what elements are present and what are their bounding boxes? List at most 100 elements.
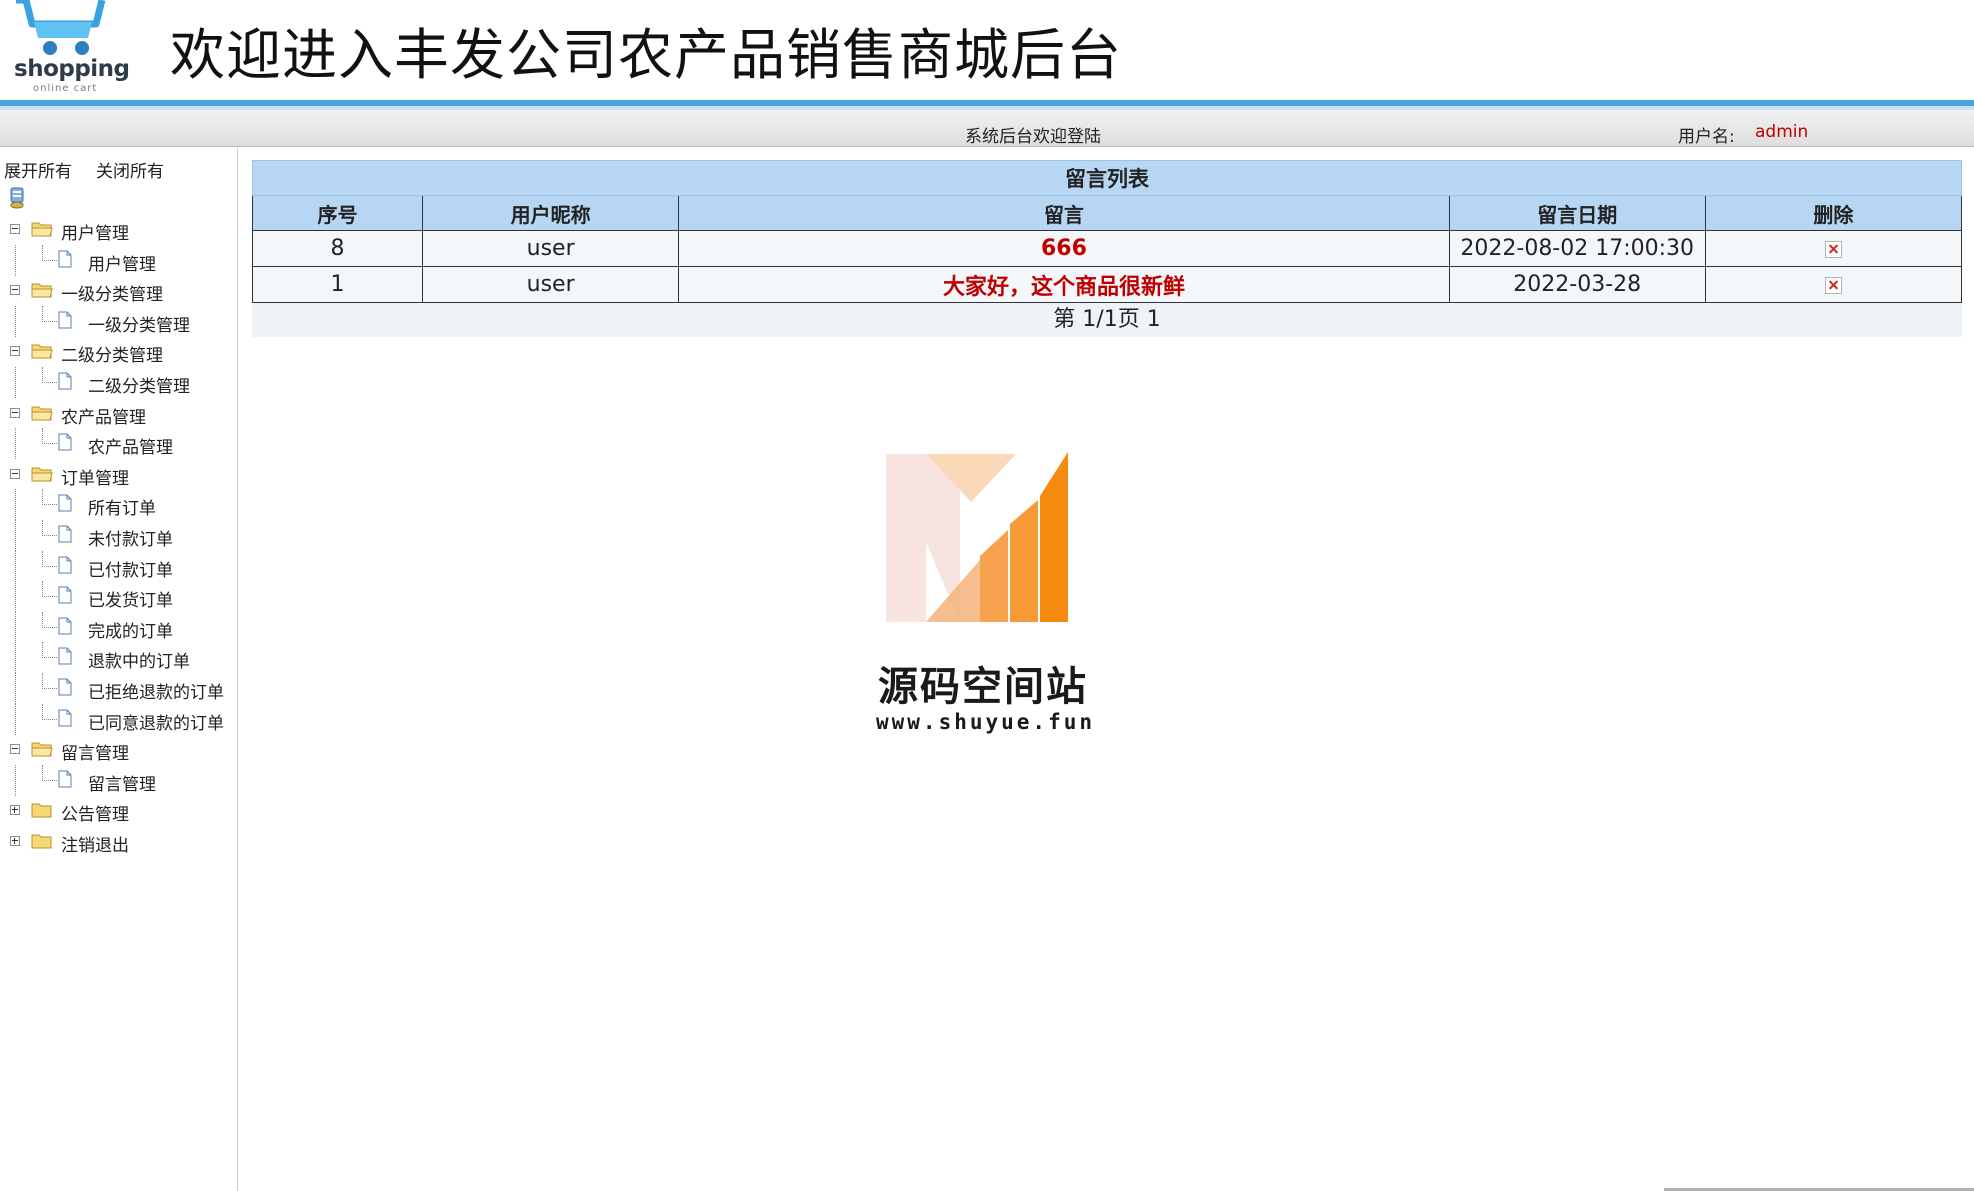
tree-item-product-management[interactable]: 农产品管理 — [0, 428, 237, 460]
tree-item-completed-orders[interactable]: 完成的订单 — [0, 611, 237, 643]
tree-folder-category-level1[interactable]: 一级分类管理 — [0, 275, 237, 306]
tree-folder-logout[interactable]: 注销退出 — [0, 826, 237, 857]
cell-id: 8 — [251, 230, 424, 267]
tree-connector — [42, 366, 43, 383]
delete-icon[interactable] — [1824, 276, 1842, 294]
tree-connector — [15, 244, 16, 276]
page-icon — [58, 525, 72, 543]
tree-item-refund-approved-orders[interactable]: 已同意退款的订单 — [0, 703, 237, 735]
tree-item-label: 一级分类管理 — [88, 315, 190, 336]
expand-all-link[interactable]: 展开所有 — [4, 157, 72, 182]
tree-item-category-level2[interactable]: 二级分类管理 — [0, 366, 237, 398]
tree-folder-order-management[interactable]: 订单管理 — [0, 459, 237, 490]
message-list-table: 留言列表 序号 用户昵称 留言 留言日期 删除 8 user 666 2022-… — [251, 160, 1963, 303]
page-icon — [58, 617, 72, 635]
tree-connector — [42, 703, 43, 720]
page-title: 欢迎进入丰发公司农产品销售商城后台 — [170, 23, 1123, 87]
tree-item-unpaid-orders[interactable]: 未付款订单 — [0, 519, 237, 551]
page-icon — [58, 709, 72, 726]
column-header-delete: 删除 — [1704, 195, 1963, 231]
folder-open-icon — [31, 742, 53, 757]
page-icon — [58, 372, 72, 390]
tree-connector — [42, 626, 57, 628]
collapse-toggle-icon[interactable] — [10, 407, 20, 418]
tree-folder-label: 公告管理 — [61, 805, 129, 826]
tree-connector — [42, 687, 57, 689]
tree-item-label: 已发货订单 — [88, 591, 173, 612]
tree-connector — [42, 519, 43, 536]
page-icon — [58, 494, 72, 512]
tree-folder-message-management[interactable]: 留言管理 — [0, 734, 237, 765]
tree-connector — [15, 366, 16, 398]
tree-connector — [15, 764, 16, 796]
tree-item-label: 用户管理 — [88, 254, 156, 275]
tree-item-shipped-orders[interactable]: 已发货订单 — [0, 581, 237, 613]
delete-icon[interactable] — [1824, 240, 1842, 258]
page-icon — [58, 770, 72, 788]
cell-delete — [1704, 266, 1963, 303]
expand-toggle-icon[interactable] — [10, 835, 20, 846]
tree-folder-user-management[interactable]: 用户管理 — [0, 214, 237, 245]
cell-date: 2022-08-02 17:00:30 — [1448, 230, 1706, 267]
tree-connector — [42, 443, 57, 445]
tree-item-message-management[interactable]: 留言管理 — [0, 764, 237, 796]
collapse-toggle-icon[interactable] — [10, 285, 20, 296]
tree-connector — [42, 428, 43, 445]
tree-item-label: 留言管理 — [88, 774, 156, 795]
folder-closed-icon — [31, 834, 52, 849]
tree-item-paid-orders[interactable]: 已付款订单 — [0, 550, 237, 582]
folder-open-icon — [31, 283, 53, 298]
logo-wordmark: shopping — [14, 56, 130, 82]
tree-connector — [42, 489, 43, 506]
tree-item-all-orders[interactable]: 所有订单 — [0, 489, 237, 521]
tree-item-label: 退款中的订单 — [88, 652, 190, 673]
collapse-toggle-icon[interactable] — [10, 224, 20, 234]
tree-connector — [42, 504, 57, 506]
column-header-id: 序号 — [251, 195, 424, 231]
tree-connector — [42, 534, 57, 536]
page-icon — [58, 250, 72, 268]
tree-folder-product-management[interactable]: 农产品管理 — [0, 398, 237, 429]
tree-connector — [15, 703, 16, 735]
tree-item-user-management[interactable]: 用户管理 — [0, 244, 237, 276]
tree-connector — [15, 519, 16, 551]
expand-toggle-icon[interactable] — [10, 805, 20, 816]
tree-item-label: 已拒绝退款的订单 — [88, 682, 224, 703]
tree-connector — [42, 642, 43, 659]
sidebar: 展开所有 关闭所有 用户管理 用户管理 一级分类管理 一级分类管理 二级分类管理… — [0, 147, 238, 1191]
status-bar: 系统后台欢迎登陆 用户名: admin — [0, 110, 1974, 147]
tree-connector — [15, 581, 16, 613]
collapse-toggle-icon[interactable] — [10, 468, 20, 479]
tree-item-label: 二级分类管理 — [88, 376, 190, 397]
tree-item-label: 农产品管理 — [88, 438, 173, 459]
folder-closed-icon — [31, 803, 52, 818]
tree-item-label: 完成的订单 — [88, 621, 173, 642]
tree-folder-category-level2[interactable]: 二级分类管理 — [0, 336, 237, 367]
tree-connector — [42, 718, 57, 720]
cell-message: 666 — [678, 230, 1450, 267]
tree-item-category-level1[interactable]: 一级分类管理 — [0, 305, 237, 337]
tree-connector — [42, 672, 43, 689]
collapse-toggle-icon[interactable] — [10, 744, 20, 755]
folder-open-icon — [31, 344, 53, 359]
tree-item-refunding-orders[interactable]: 退款中的订单 — [0, 642, 237, 674]
tree-folder-label: 农产品管理 — [61, 407, 146, 428]
tree-folder-label: 一级分类管理 — [61, 285, 163, 306]
collapse-all-link[interactable]: 关闭所有 — [96, 157, 164, 182]
folder-open-icon — [31, 222, 53, 237]
tree-connector — [42, 611, 43, 628]
page-icon — [58, 311, 72, 329]
column-header-date: 留言日期 — [1448, 195, 1706, 231]
watermark-url: www.shuyue.fun — [876, 710, 1096, 734]
cell-delete — [1704, 230, 1963, 267]
collapse-toggle-icon[interactable] — [10, 346, 20, 357]
root-database-icon — [10, 187, 24, 209]
tree-item-refund-rejected-orders[interactable]: 已拒绝退款的订单 — [0, 672, 237, 704]
tree-folder-label: 用户管理 — [61, 224, 129, 244]
tree-item-label: 未付款订单 — [88, 529, 173, 550]
column-header-nickname: 用户昵称 — [422, 195, 680, 231]
table-row: 1 user 大家好，这个商品很新鲜 2022-03-28 — [251, 266, 1963, 303]
tree-folder-announcement-management[interactable]: 公告管理 — [0, 795, 237, 826]
page-icon — [58, 433, 72, 451]
tree-connector — [42, 381, 57, 383]
